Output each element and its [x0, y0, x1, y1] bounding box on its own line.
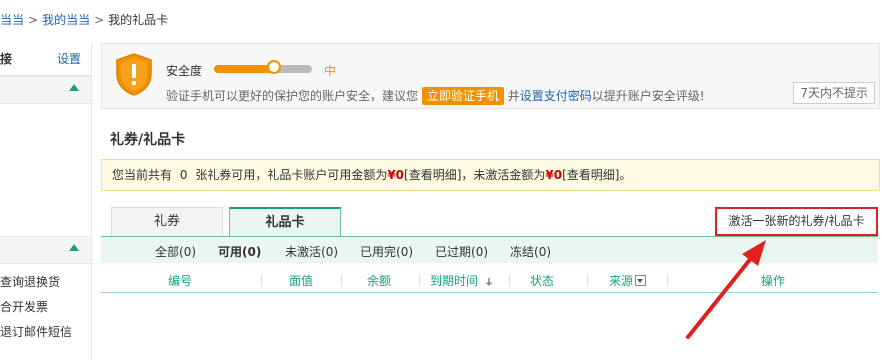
security-label: 安全度	[166, 64, 203, 78]
filter-used-up[interactable]: 已用完(0)	[360, 243, 413, 260]
column-status: 状态	[530, 274, 555, 288]
no-remind-button[interactable]: 7天内不提示	[793, 82, 875, 104]
security-progress-fill	[214, 65, 273, 73]
sidebar-section-toggle[interactable]	[0, 236, 91, 264]
security-progress-bar	[214, 65, 312, 73]
notice-text: 。	[619, 168, 632, 182]
breadcrumb-separator: >	[28, 13, 39, 27]
inactive-amount: ¥0	[545, 168, 563, 182]
security-tip-text: 验证手机可以更好的保护您的账户安全，建议您	[166, 89, 419, 103]
sidebar-header-label: 接	[0, 52, 13, 66]
filter-expired[interactable]: 已过期(0)	[435, 243, 488, 260]
notice-text: 张礼券可用，礼品卡账户可用金额为	[195, 168, 388, 182]
sidebar-header: 接 设置	[0, 43, 91, 76]
sidebar-item-unsubscribe[interactable]: 退订邮件短信	[0, 323, 72, 340]
coupon-count: 0	[179, 168, 188, 182]
activate-gift-card-link[interactable]: 激活一张新的礼券/礼品卡	[715, 207, 878, 236]
breadcrumb-my-dangdang-link[interactable]: 我的当当	[42, 13, 90, 27]
view-detail-link[interactable]: [查看明细]	[404, 168, 461, 182]
column-source-filter[interactable]: 来源	[609, 272, 647, 289]
chevron-up-icon	[69, 84, 79, 91]
column-face-value: 面值	[289, 274, 314, 288]
filter-available[interactable]: 可用(0)	[218, 243, 261, 260]
view-detail-link[interactable]: [查看明细]	[562, 168, 619, 182]
column-divider	[509, 275, 510, 286]
security-tip: 验证手机可以更好的保护您的账户安全，建议您 立即验证手机 并设置支付密码以提升账…	[166, 87, 705, 105]
security-level: 中	[324, 64, 337, 78]
notice-text: ，未激活金额为	[461, 168, 546, 182]
column-divider	[261, 275, 262, 286]
column-divider	[341, 275, 342, 286]
sidebar-section-toggle[interactable]	[0, 76, 91, 104]
filter-inactive[interactable]: 未激活(0)	[285, 243, 338, 260]
available-amount: ¥0	[387, 168, 405, 182]
set-pay-password-link[interactable]: 设置支付密码	[520, 89, 592, 103]
dropdown-icon	[635, 275, 647, 286]
table-header: 编号 面值 余额 到期时间 状态 来源 操作	[101, 268, 878, 293]
column-divider	[587, 275, 588, 286]
column-number: 编号	[168, 274, 193, 288]
chevron-up-icon	[69, 244, 79, 251]
filter-bar: 全部(0) 可用(0) 未激活(0) 已用完(0) 已过期(0) 冻结(0)	[101, 237, 878, 263]
column-expiry-sort[interactable]: 到期时间	[430, 272, 494, 289]
balance-notice: 您当前共有 0 张礼券可用，礼品卡账户可用金额为¥0[查看明细]，未激活金额为¥…	[101, 159, 880, 191]
sidebar: 接 设置 查询退换货 合开发票 退订邮件短信	[0, 43, 92, 360]
column-divider	[667, 275, 668, 286]
breadcrumb-separator: >	[94, 13, 105, 27]
shield-warning-icon	[116, 53, 152, 96]
security-progress-knob	[266, 60, 281, 74]
breadcrumb: 当当 > 我的当当 > 我的礼品卡	[0, 10, 168, 30]
breadcrumb-current: 我的礼品卡	[108, 13, 169, 27]
security-tip-text: 并	[507, 89, 520, 103]
breadcrumb-home-link[interactable]: 当当	[0, 13, 24, 27]
security-panel: 安全度 中 验证手机可以更好的保护您的账户安全，建议您 立即验证手机 并设置支付…	[101, 43, 880, 109]
column-balance: 余额	[367, 274, 392, 288]
sidebar-item-returns[interactable]: 查询退换货	[0, 273, 60, 290]
security-tip-text: 以提升账户安全评级!	[591, 89, 705, 103]
verify-phone-button[interactable]: 立即验证手机	[421, 87, 504, 105]
filter-all[interactable]: 全部(0)	[155, 243, 196, 260]
page-title: 礼券/礼品卡	[110, 132, 186, 148]
sidebar-settings-link[interactable]: 设置	[57, 43, 81, 75]
tab-coupon[interactable]: 礼券	[111, 207, 223, 236]
filter-frozen[interactable]: 冻结(0)	[510, 243, 551, 260]
column-actions: 操作	[761, 274, 786, 288]
sidebar-item-invoice[interactable]: 合开发票	[0, 298, 48, 315]
sort-down-icon	[485, 277, 493, 286]
column-divider	[419, 275, 420, 286]
notice-text: 您当前共有	[112, 168, 173, 182]
tab-gift-card[interactable]: 礼品卡	[229, 207, 341, 239]
